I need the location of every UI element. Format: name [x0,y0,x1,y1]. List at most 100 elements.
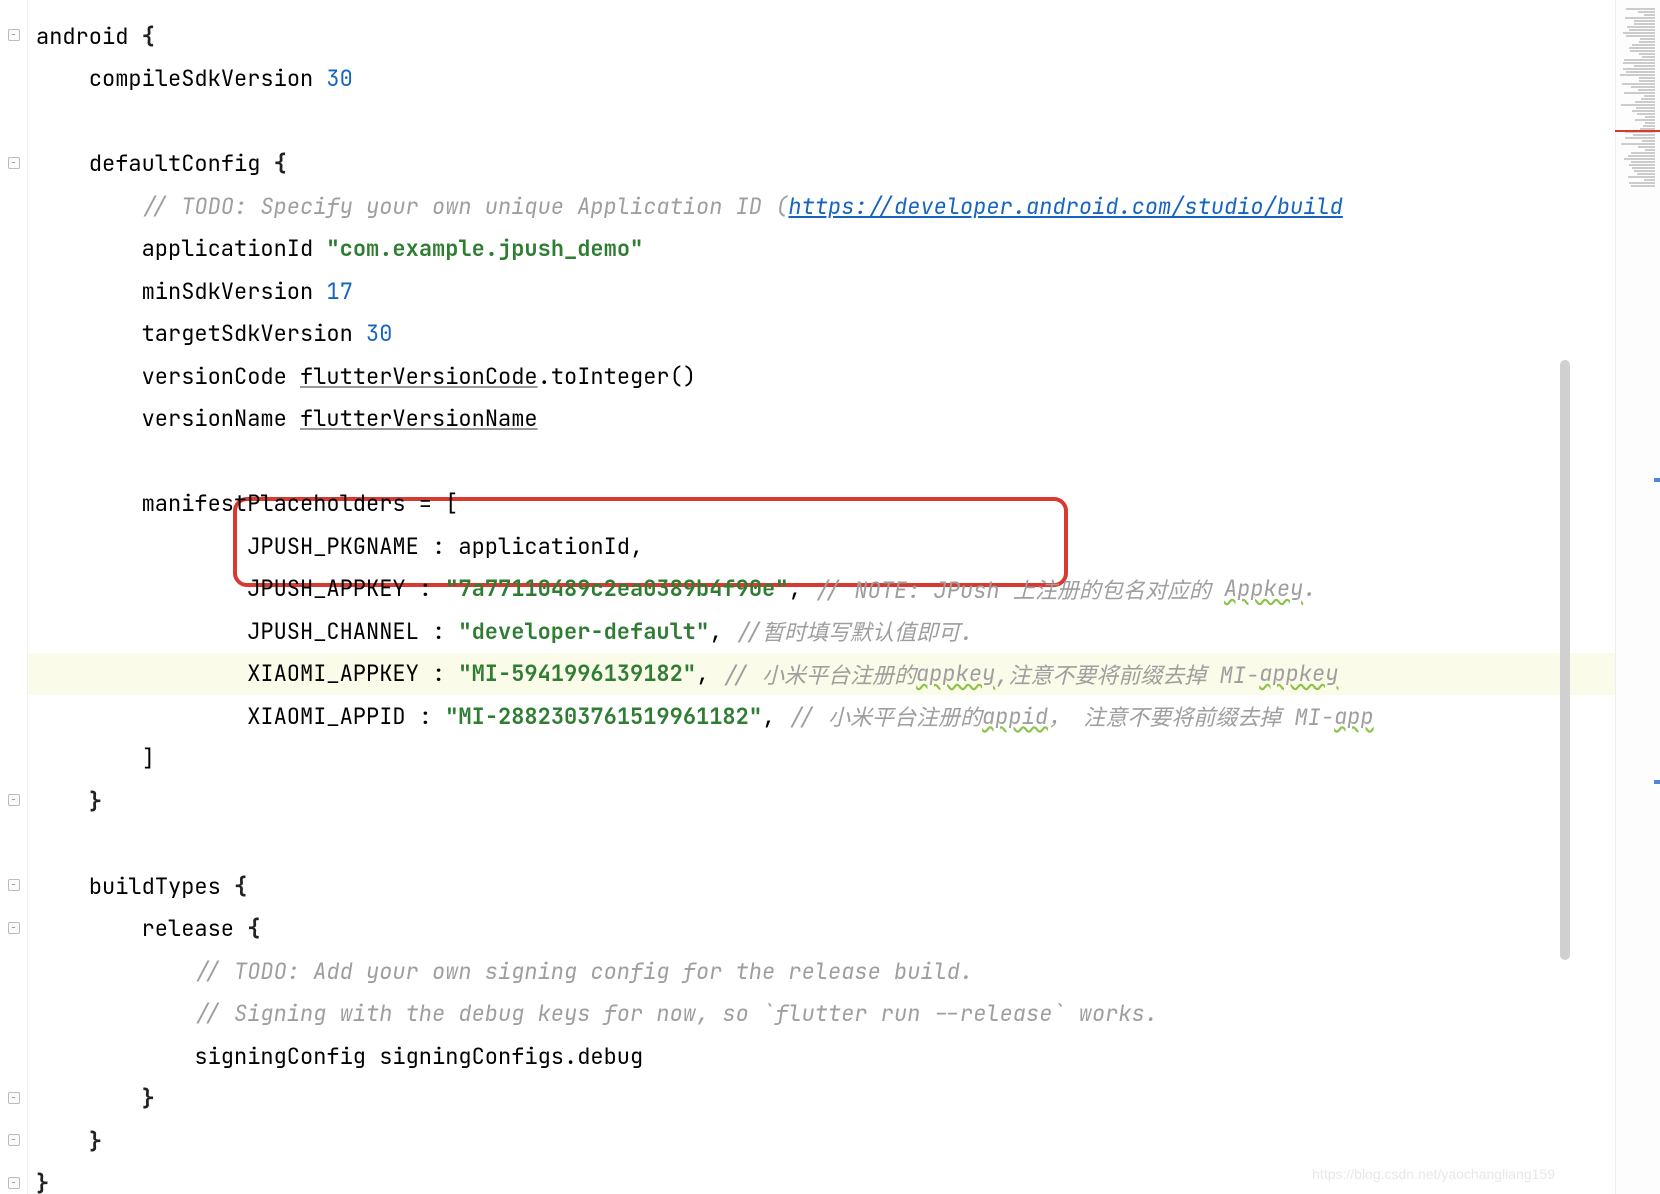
code-token: { [142,22,155,51]
minimap-line [1623,68,1655,70]
minimap-line [1631,152,1655,154]
minimap-line [1645,122,1655,124]
code-token: , [709,617,735,646]
code-token: "MI-2882303761519961182" [445,702,762,731]
code-token: { [247,914,260,943]
minimap-line [1637,173,1655,175]
code-line[interactable]: android { [28,15,155,58]
code-line[interactable]: release { [28,908,260,951]
code-line[interactable]: } [28,780,102,823]
code-line[interactable]: applicationId "com.example.jpush_demo" [28,228,643,271]
fold-toggle-icon[interactable]: − [8,922,20,934]
scrollbar-thumb[interactable] [1560,360,1570,960]
code-line[interactable]: JPUSH_APPKEY : "7a77110489c2ea0389b4f90e… [28,568,1316,611]
minimap-error-marker[interactable] [1615,130,1660,132]
code-line[interactable]: JPUSH_PKGNAME : applicationId, [28,525,643,568]
code-line[interactable]: buildTypes { [28,865,247,908]
minimap-line [1629,29,1655,31]
code-token: release [142,914,248,943]
minimap-line [1632,167,1655,169]
code-token: manifestPlaceholders = [ [142,489,459,518]
code-token: signingConfig signingConfigs.debug [194,1042,643,1071]
minimap-line [1642,140,1655,142]
minimap-line [1627,26,1655,28]
minimap-line [1639,41,1655,43]
code-line[interactable] [28,100,36,143]
code-line[interactable]: compileSdkVersion 30 [28,58,353,101]
code-line[interactable]: signingConfig signingConfigs.debug [28,1035,643,1078]
minimap-line [1621,143,1655,145]
code-token: Appkey [1224,574,1303,603]
code-line[interactable]: versionName flutterVersionName [28,398,538,441]
minimap-line [1645,116,1655,118]
code-token: 30 [326,64,352,93]
code-line[interactable]: } [28,1120,102,1163]
code-token: 17 [326,277,352,306]
minimap-line [1638,11,1655,13]
minimap-line [1620,74,1655,76]
minimap-line [1622,83,1655,85]
code-line[interactable]: defaultConfig { [28,143,287,186]
code-editor[interactable]: https://blog.csdn.net/yaochangliang159 a… [28,0,1615,1194]
minimap-line [1624,158,1655,160]
fold-toggle-icon[interactable]: − [8,879,20,891]
minimap-marker[interactable] [1654,478,1660,482]
minimap-line [1636,107,1655,109]
code-token: XIAOMI_APPKEY : [247,659,458,688]
minimap-line [1635,119,1655,121]
code-token: appid [982,702,1048,731]
minimap-line [1644,179,1655,181]
minimap-line [1634,65,1655,67]
code-token: android [36,22,142,51]
code-line[interactable]: manifestPlaceholders = [ [28,483,458,526]
code-token: applicationId [142,234,327,263]
code-token: "7a77110489c2ea0389b4f90e" [445,574,788,603]
code-line[interactable]: JPUSH_CHANNEL : "developer-default", //暂… [28,610,973,653]
fold-toggle-icon[interactable]: − [8,1177,20,1189]
code-token: //暂时填写默认值即可. [736,615,974,647]
vertical-scrollbar[interactable] [1556,0,1570,1194]
code-line[interactable]: XIAOMI_APPKEY : "MI-5941996139182", // 小… [28,653,1338,696]
code-line[interactable]: // Signing with the debug keys for now, … [28,993,1158,1036]
code-line[interactable] [28,440,36,483]
minimap-line [1634,23,1655,25]
code-line[interactable] [28,823,36,866]
code-line[interactable]: minSdkVersion 17 [28,270,353,313]
code-token: } [89,787,102,816]
minimap-line [1638,146,1655,148]
minimap-line [1640,38,1655,40]
code-token: versionCode [142,362,300,391]
code-token: ,注意不要将前缀去掉 MI- [995,658,1259,690]
fold-toggle-icon[interactable]: − [8,157,20,169]
fold-gutter[interactable]: − − − − − − − − [0,0,28,1194]
watermark-text: https://blog.csdn.net/yaochangliang159 [1312,1166,1555,1182]
ide-root: − − − − − − − − https://blog.csdn.net/yaochangl… [0,0,1660,1194]
minimap-line [1626,8,1655,10]
code-line[interactable]: } [28,1163,49,1194]
code-token: // NOTE: JPush 上注册的包名对应的 [815,573,1224,605]
code-line[interactable]: XIAOMI_APPID : "MI-2882303761519961182",… [28,695,1374,738]
code-token: targetSdkVersion [142,319,366,348]
minimap-marker[interactable] [1654,780,1660,784]
code-token: "developer-default" [458,617,709,646]
code-line[interactable]: // TODO: Add your own signing config for… [28,950,973,993]
minimap-line [1639,53,1655,55]
code-line[interactable]: } [28,1078,155,1121]
code-token: ， 注意不要将前缀去掉 MI- [1048,700,1334,732]
minimap-line [1642,56,1655,58]
minimap-line [1634,20,1655,22]
code-line[interactable]: ] [28,738,155,781]
code-token: // TODO: Add your own signing config for… [194,957,973,986]
minimap-line [1638,89,1655,91]
code-line[interactable]: // TODO: Specify your own unique Applica… [28,185,1343,228]
fold-toggle-icon[interactable]: − [8,794,20,806]
fold-toggle-icon[interactable]: − [8,1134,20,1146]
fold-toggle-icon[interactable]: − [8,1092,20,1104]
code-minimap[interactable] [1615,0,1660,1194]
code-line[interactable]: versionCode flutterVersionCode.toInteger… [28,355,696,398]
minimap-line [1624,59,1655,61]
code-token: { [274,149,287,178]
code-line[interactable]: targetSdkVersion 30 [28,313,392,356]
code-token: } [36,1169,49,1194]
fold-toggle-icon[interactable]: − [8,29,20,41]
